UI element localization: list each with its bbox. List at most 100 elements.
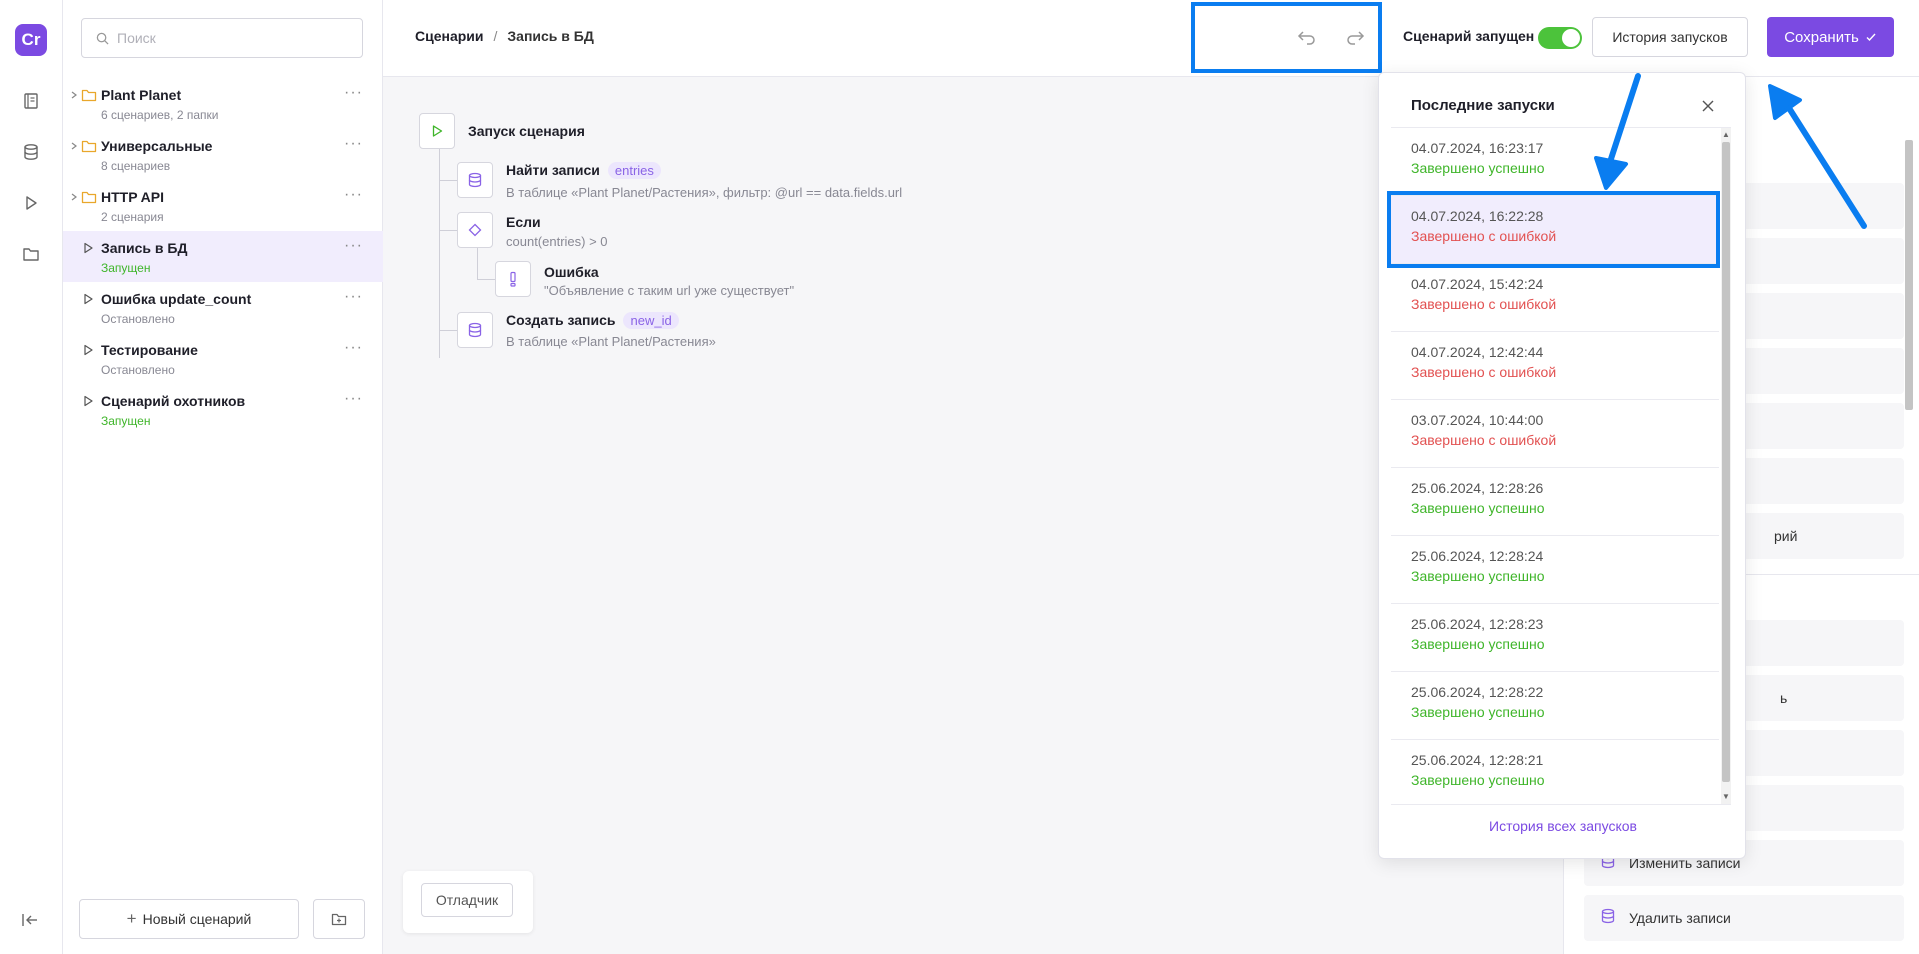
create-record-subtitle: В таблице «Plant Planet/Растения» (506, 334, 716, 349)
tree-item-hunters[interactable]: Сценарий охотников Запущен ··· (63, 384, 383, 435)
close-icon[interactable] (1699, 97, 1717, 115)
scenario-sidebar: Plant Planet 6 сценариев, 2 папки ··· Ун… (63, 0, 383, 954)
search-box[interactable] (81, 18, 363, 58)
scroll-down-icon[interactable]: ▼ (1722, 792, 1730, 801)
tree-item-title: Запись в БД (101, 240, 188, 256)
if-node-title: Если (506, 214, 541, 230)
all-runs-link[interactable]: История всех запусков (1379, 818, 1747, 834)
save-button[interactable]: Сохранить (1767, 17, 1894, 57)
more-icon[interactable]: ··· (344, 186, 363, 204)
run-item[interactable]: 25.06.2024, 12:28:24 Завершено успешно (1391, 536, 1719, 604)
run-time: 25.06.2024, 12:28:22 (1411, 684, 1544, 700)
new-id-tag: new_id (623, 312, 679, 329)
scroll-up-icon[interactable]: ▲ (1722, 130, 1730, 139)
run-item[interactable]: 25.06.2024, 12:28:21 Завершено успешно (1391, 740, 1719, 804)
folder-icon (81, 189, 97, 210)
run-item[interactable]: 04.07.2024, 16:23:17 Завершено успешно (1391, 128, 1719, 196)
run-history-button[interactable]: История запусков (1592, 17, 1748, 57)
run-time: 25.06.2024, 12:28:24 (1411, 548, 1544, 564)
tree-item-http-api[interactable]: HTTP API 2 сценария ··· (63, 180, 383, 231)
breadcrumb-separator: / (493, 28, 498, 44)
folder-icon[interactable] (21, 244, 41, 264)
run-time: 03.07.2024, 10:44:00 (1411, 412, 1544, 428)
find-records-node[interactable] (457, 162, 493, 198)
delete-records-block[interactable]: Удалить записи (1584, 895, 1904, 941)
new-folder-button[interactable] (313, 899, 365, 939)
save-label: Сохранить (1784, 28, 1859, 46)
breadcrumb-root[interactable]: Сценарии (415, 28, 484, 44)
run-status: Завершено успешно (1411, 636, 1545, 652)
run-item[interactable]: 04.07.2024, 15:42:24 Завершено с ошибкой (1391, 264, 1719, 332)
play-icon[interactable] (21, 193, 41, 213)
tree-item-universal[interactable]: Универсальные 8 сценариев ··· (63, 129, 383, 180)
run-item[interactable]: 25.06.2024, 12:28:26 Завершено успешно (1391, 468, 1719, 536)
database-icon[interactable] (21, 142, 41, 162)
run-item[interactable]: 03.07.2024, 10:44:00 Завершено с ошибкой (1391, 400, 1719, 468)
run-status: Завершено успешно (1411, 772, 1545, 788)
database-icon (1601, 908, 1615, 924)
if-node[interactable] (457, 212, 493, 248)
tree-item-plant-planet[interactable]: Plant Planet 6 сценариев, 2 папки ··· (63, 78, 383, 129)
error-node[interactable] (495, 261, 531, 297)
panel-scrollbar[interactable] (1905, 140, 1913, 410)
tree-item-subtitle: 8 сценариев (101, 159, 171, 173)
create-record-title: Создать запись new_id (506, 312, 679, 329)
tree-item-update-count-error[interactable]: Ошибка update_count Остановлено ··· (63, 282, 383, 333)
search-input[interactable] (117, 30, 347, 46)
chevron-right-icon[interactable] (69, 90, 79, 100)
run-item[interactable]: 25.06.2024, 12:28:22 Завершено успешно (1391, 672, 1719, 740)
error-node-title: Ошибка (544, 264, 599, 280)
more-icon[interactable]: ··· (344, 390, 363, 408)
more-icon[interactable]: ··· (344, 288, 363, 306)
create-record-node[interactable] (457, 312, 493, 348)
create-record-label: Создать запись (506, 312, 616, 328)
new-scenario-button[interactable]: + Новый сценарий (79, 899, 299, 939)
more-icon[interactable]: ··· (344, 237, 363, 255)
run-time: 25.06.2024, 12:28:26 (1411, 480, 1544, 496)
logout-icon[interactable] (21, 911, 39, 934)
top-header: Сценарии / Запись в БД Сценарий запущен … (383, 0, 1919, 77)
app-logo[interactable]: Cr (15, 24, 47, 56)
start-node[interactable] (419, 113, 455, 149)
more-icon[interactable]: ··· (344, 135, 363, 153)
search-icon (96, 32, 109, 45)
tree-item-title: HTTP API (101, 189, 165, 205)
tree-item-testing[interactable]: Тестирование Остановлено ··· (63, 333, 383, 384)
tree-item-status: Остановлено (101, 363, 175, 377)
chevron-right-icon[interactable] (69, 141, 79, 151)
run-item[interactable]: 04.07.2024, 12:42:44 Завершено с ошибкой (1391, 332, 1719, 400)
play-icon[interactable] (82, 394, 94, 412)
run-status: Завершено успешно (1411, 500, 1545, 516)
scrollbar-thumb[interactable] (1722, 142, 1730, 782)
run-toggle[interactable] (1538, 27, 1582, 49)
run-status: Завершено успешно (1411, 704, 1545, 720)
exclamation-icon (510, 271, 516, 287)
debugger-card: Отладчик (403, 871, 533, 933)
block-item-label: ь (1780, 690, 1788, 706)
run-item[interactable]: 25.06.2024, 12:28:23 Завершено успешно (1391, 604, 1719, 672)
database-icon (468, 322, 482, 338)
more-icon[interactable]: ··· (344, 339, 363, 357)
play-icon[interactable] (82, 343, 94, 361)
annotation-highlight-selected-run (1387, 191, 1720, 268)
run-status: Завершено с ошибкой (1411, 432, 1557, 448)
more-icon[interactable]: ··· (344, 84, 363, 102)
find-records-label: Найти записи (506, 162, 600, 178)
debugger-button[interactable]: Отладчик (421, 883, 513, 917)
check-icon (1866, 33, 1876, 42)
entries-tag: entries (607, 162, 661, 179)
play-icon[interactable] (82, 292, 94, 310)
run-time: 25.06.2024, 12:28:21 (1411, 752, 1544, 768)
run-status: Завершено с ошибкой (1411, 296, 1557, 312)
runs-scrollbar[interactable]: ▲ ▼ (1721, 128, 1731, 804)
book-icon[interactable] (21, 91, 41, 111)
popup-title: Последние запуски (1411, 97, 1555, 114)
icon-rail: Cr (0, 0, 63, 954)
play-icon[interactable] (82, 241, 94, 259)
find-records-title: Найти записи entries (506, 162, 661, 179)
new-scenario-label: Новый сценарий (142, 911, 252, 927)
tree-item-status: Запущен (101, 261, 151, 275)
chevron-right-icon[interactable] (69, 192, 79, 202)
tree-item-db-write[interactable]: Запись в БД Запущен ··· (63, 231, 383, 282)
run-status: Завершено успешно (1411, 568, 1545, 584)
